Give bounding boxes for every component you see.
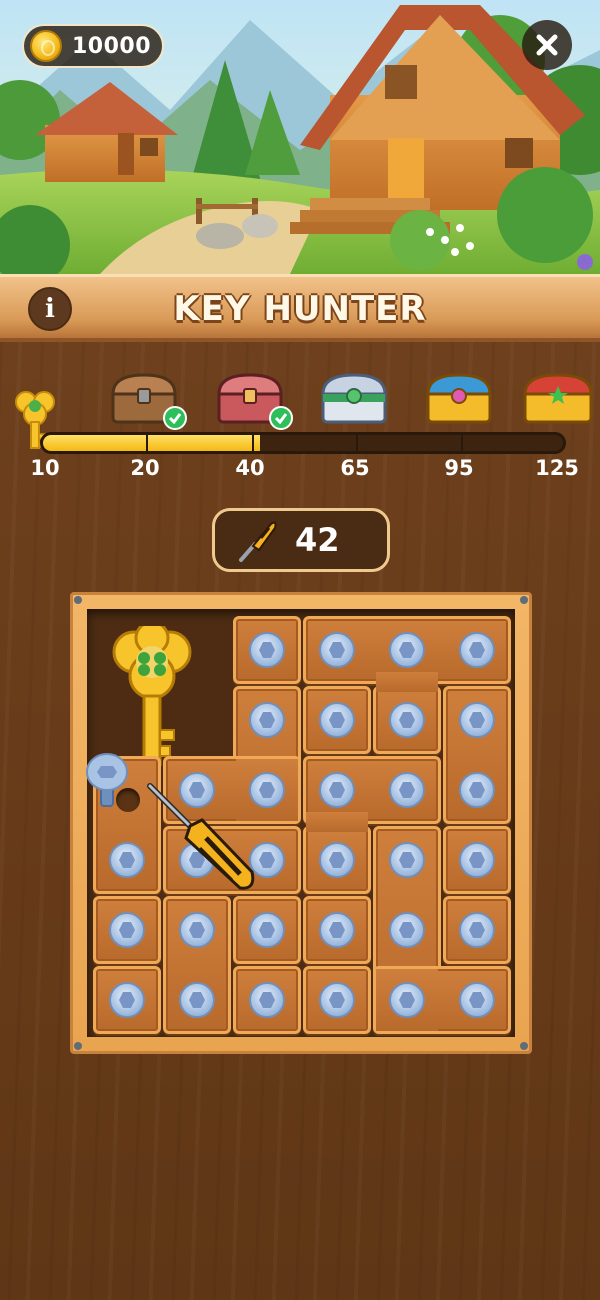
bolt-icon[interactable] (319, 982, 355, 1018)
coin-icon (30, 30, 62, 62)
bolt-icon[interactable] (109, 982, 145, 1018)
bolt-icon[interactable] (109, 912, 145, 948)
coin-balance-value: 10000 (72, 33, 152, 59)
screwdriver-count: 42 (295, 521, 340, 559)
bolt-icon[interactable] (249, 702, 285, 738)
title-banner: i KEY HUNTER (0, 274, 600, 342)
bolt-icon[interactable] (389, 912, 425, 948)
scenic-header: 10000 (0, 0, 600, 274)
bolt-icon[interactable] (389, 772, 425, 808)
page-title: KEY HUNTER (173, 289, 427, 329)
milestone-label: 125 (535, 456, 579, 480)
key-progress-bar (40, 432, 566, 454)
gold-chest-icon[interactable] (425, 372, 493, 430)
claimed-check-icon (269, 406, 293, 430)
bolt-icon[interactable] (179, 982, 215, 1018)
bolt-icon[interactable] (319, 702, 355, 738)
frame-screw (74, 1042, 82, 1050)
bolt-icon[interactable] (319, 772, 355, 808)
bolt-icon[interactable] (389, 842, 425, 878)
golden-jeweled-chest-icon[interactable] (522, 372, 594, 430)
milestone-label: 40 (235, 456, 265, 480)
bolt-icon[interactable] (459, 982, 495, 1018)
screwdriver-icon (239, 521, 277, 562)
close-button[interactable] (522, 20, 572, 70)
claimed-check-icon (163, 406, 187, 430)
bolt-icon[interactable] (389, 982, 425, 1018)
bolt-icon[interactable] (319, 842, 355, 878)
key-progress-fill (43, 435, 261, 451)
coin-balance: 10000 (22, 24, 164, 68)
bolt-icon[interactable] (249, 632, 285, 668)
frame-screw (520, 1042, 528, 1050)
close-icon (536, 34, 558, 56)
frame-screw (520, 596, 528, 604)
bolt-icon[interactable] (319, 912, 355, 948)
bolt-icon[interactable] (319, 632, 355, 668)
puzzle-board (70, 592, 532, 1054)
milestone-label: 65 (340, 456, 370, 480)
bolt-icon[interactable] (459, 842, 495, 878)
bolt-icon[interactable] (459, 632, 495, 668)
milestone-label: 20 (130, 456, 160, 480)
bolt-icon[interactable] (249, 912, 285, 948)
screwdriver-counter: 42 (212, 508, 390, 572)
bolt-icon[interactable] (389, 702, 425, 738)
frame-screw (74, 596, 82, 604)
clover-key-icon[interactable] (112, 626, 192, 766)
bolt-icon[interactable] (249, 982, 285, 1018)
bolt-icon[interactable] (179, 912, 215, 948)
bolt-icon[interactable] (389, 632, 425, 668)
silver-chest-icon[interactable] (320, 372, 388, 430)
milestone-label: 10 (30, 456, 60, 480)
bolt-icon[interactable] (459, 702, 495, 738)
bolt-icon[interactable] (459, 772, 495, 808)
loose-bolt-icon[interactable] (84, 752, 132, 812)
screwdriver-icon[interactable] (144, 780, 264, 900)
bolt-icon[interactable] (459, 912, 495, 948)
bolt-icon[interactable] (109, 842, 145, 878)
milestone-label: 95 (444, 456, 474, 480)
